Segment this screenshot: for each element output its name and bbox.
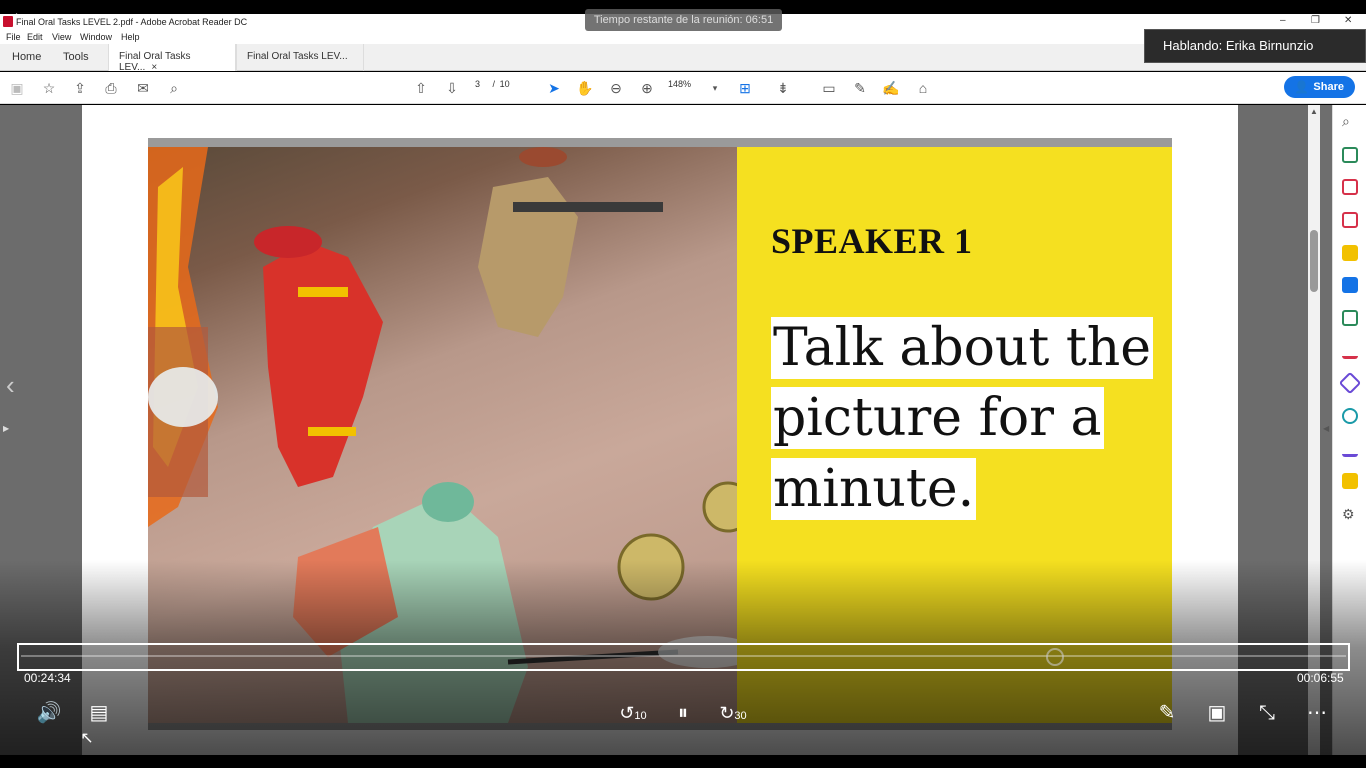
upload-cloud-icon[interactable]: ⇪ — [71, 79, 89, 97]
zoom-dropdown-chevron-icon[interactable]: ▾ — [706, 79, 724, 97]
slide-heading: SPEAKER 1 — [771, 221, 973, 261]
zoom-out-icon[interactable]: ⊖ — [607, 79, 625, 97]
request-signature-icon[interactable] — [1342, 441, 1358, 457]
forward-button[interactable]: ↻30 — [719, 700, 747, 726]
bookmark-star-icon[interactable]: ☆ — [40, 79, 58, 97]
zoom-in-icon[interactable]: ⊕ — [638, 79, 656, 97]
print-icon[interactable]: ⎙ — [102, 79, 120, 97]
restore-button[interactable]: ❐ — [1311, 15, 1320, 26]
highlight-pen-icon[interactable]: ✎ — [851, 79, 869, 97]
pause-button[interactable]: ⏸ — [669, 700, 697, 726]
menu-help[interactable]: Help — [121, 32, 140, 42]
window-title: Final Oral Tasks LEVEL 2.pdf - Adobe Acr… — [16, 17, 248, 27]
add-user-icon: 👤 — [1294, 80, 1309, 94]
slide-instruction-line: picture for a — [771, 387, 1104, 449]
page-current[interactable]: 3 — [475, 79, 480, 89]
protect-icon[interactable] — [1342, 408, 1358, 424]
menu-file[interactable]: File — [6, 32, 21, 42]
combine-files-icon[interactable] — [1342, 277, 1358, 293]
chevron-left-icon[interactable]: ‹ — [6, 370, 15, 401]
more-tools-icon[interactable]: ⚙ — [1342, 506, 1358, 522]
captions-icon[interactable]: ▤ — [85, 700, 113, 726]
elapsed-time: 00:24:34 — [24, 671, 71, 685]
next-page-icon[interactable]: ⇩ — [443, 79, 461, 97]
slide-instruction-line: minute. — [771, 458, 977, 520]
meeting-time-remaining: Tiempo restante de la reunión: 06:51 — [585, 9, 782, 31]
rewind-seconds: 10 — [634, 710, 647, 722]
tab-tools[interactable]: Tools — [63, 51, 89, 63]
menu-window[interactable]: Window — [80, 32, 112, 42]
sign-icon[interactable]: ✍ — [882, 79, 900, 97]
page-total: 10 — [499, 79, 510, 89]
previous-page-icon[interactable]: ⇧ — [412, 79, 430, 97]
seek-bar[interactable] — [17, 643, 1350, 671]
stamp-icon[interactable] — [1342, 473, 1358, 489]
tab-home[interactable]: Home — [12, 51, 41, 63]
annotate-pen-icon[interactable]: ✎ — [1153, 700, 1181, 726]
slide-instruction-line: Talk about the — [771, 317, 1153, 379]
tab-document-active[interactable]: Final Oral Tasks LEV... × — [108, 44, 236, 73]
edit-pdf-icon[interactable] — [1342, 310, 1358, 326]
more-options-icon[interactable]: ⋯ — [1303, 700, 1331, 726]
share-label: Share — [1313, 81, 1344, 93]
right-panel-collapse-icon[interactable]: ◀ — [1323, 424, 1329, 433]
page-fit-icon[interactable]: ⊞ — [736, 79, 754, 97]
search-icon[interactable]: ⌕ — [165, 79, 183, 97]
seek-handle[interactable] — [1045, 648, 1064, 666]
send-for-signature-icon[interactable] — [1338, 371, 1362, 395]
scroll-up-icon[interactable]: ▲ — [1310, 107, 1318, 116]
exit-fullscreen-icon[interactable]: ⤡ — [1253, 700, 1281, 726]
email-icon[interactable]: ✉ — [134, 79, 152, 97]
minimize-button[interactable]: – — [1280, 15, 1286, 26]
rewind-button[interactable]: ↺10 — [619, 700, 647, 726]
hand-tool-icon[interactable]: ✋ — [576, 79, 594, 97]
save-icon[interactable]: ▣ — [8, 79, 26, 97]
acrobat-icon — [3, 16, 13, 27]
tab-document-label: Final Oral Tasks LEV... — [247, 51, 348, 62]
zoom-level[interactable]: 148% — [668, 79, 691, 89]
create-pdf-icon[interactable] — [1342, 179, 1358, 195]
scroll-mode-icon[interactable]: ⇟ — [774, 79, 792, 97]
active-speaker-banner: Hablando: Erika Birnunzio — [1144, 29, 1366, 63]
scrollbar-thumb[interactable] — [1310, 230, 1318, 292]
bottom-black-bar — [0, 755, 1366, 768]
comment-icon[interactable]: ▭ — [820, 79, 838, 97]
comment-tool-icon[interactable] — [1342, 245, 1358, 261]
share-button[interactable]: 👤 Share — [1284, 76, 1355, 98]
fill-and-sign-icon[interactable] — [1342, 343, 1358, 359]
seek-track[interactable] — [21, 655, 1346, 657]
menu-view[interactable]: View — [52, 32, 71, 42]
left-panel-toggle-icon[interactable]: ▶ — [3, 424, 9, 433]
mouse-cursor-icon: ↖ — [80, 730, 94, 747]
volume-icon[interactable]: 🔊 — [35, 700, 63, 726]
fill-sign-icon[interactable]: ⌂ — [914, 79, 932, 97]
remaining-time: 00:06:55 — [1297, 671, 1344, 685]
menu-edit[interactable]: Edit — [27, 32, 43, 42]
close-window-button[interactable]: ✕ — [1344, 15, 1352, 26]
select-cursor-icon[interactable]: ➤ — [545, 79, 563, 97]
tab-document[interactable]: Final Oral Tasks LEV... — [236, 44, 364, 71]
export-pdf-icon[interactable] — [1342, 147, 1358, 163]
zoom-search-icon[interactable]: ⌕ — [1342, 113, 1358, 129]
page-indicator[interactable]: 3 / 10 — [475, 79, 510, 89]
organize-pages-icon[interactable] — [1342, 212, 1358, 228]
picture-in-picture-icon[interactable]: ▣ — [1203, 700, 1231, 726]
page-separator: / — [492, 79, 496, 89]
forward-seconds: 30 — [734, 710, 747, 722]
